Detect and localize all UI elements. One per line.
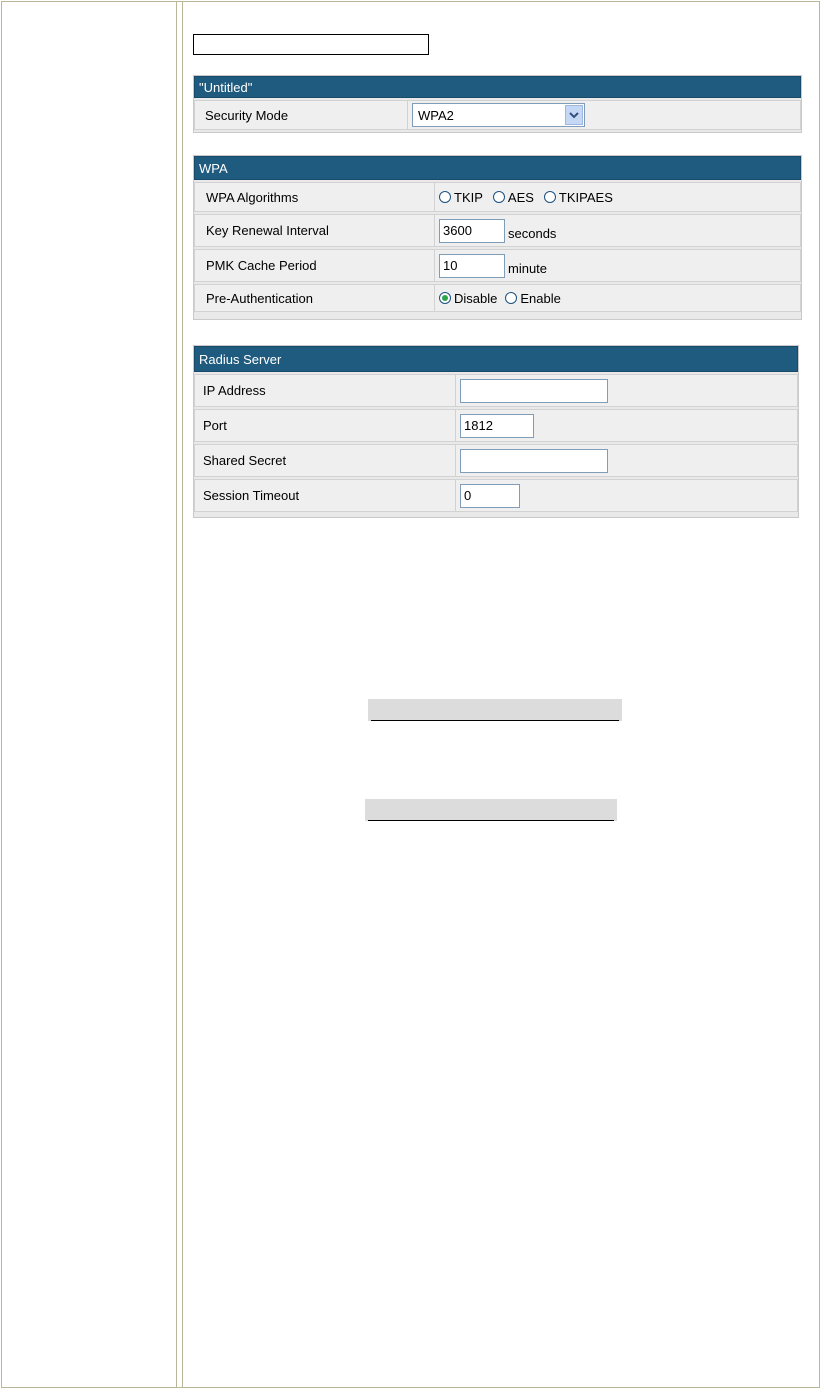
radio-disable-label: Disable — [454, 290, 498, 306]
wpa-section-header: WPA — [194, 156, 801, 180]
radio-selected-icon[interactable] — [439, 292, 451, 304]
shared-secret-cell — [456, 444, 798, 477]
radio-tkip[interactable]: TKIP — [439, 190, 483, 205]
radio-circle-icon[interactable] — [439, 191, 451, 203]
session-timeout-input[interactable]: 0 — [460, 483, 520, 508]
underline — [368, 820, 614, 821]
security-section: "Untitled" Security Mode WPA2 — [193, 75, 802, 133]
blank-bar-1 — [368, 699, 622, 721]
wpa-section: WPA WPA Algorithms TKIP AES TKIPAES Key … — [193, 155, 802, 320]
wpa-algorithms-cell: TKIP AES TKIPAES — [435, 182, 801, 212]
radio-enable[interactable]: Enable — [505, 290, 561, 306]
key-renewal-cell: 3600 seconds — [435, 214, 801, 247]
radio-tkip-label: TKIP — [454, 189, 483, 205]
ip-address-cell — [456, 374, 798, 407]
pmk-cache-input[interactable]: 10 — [439, 253, 505, 278]
security-mode-cell: WPA2 — [408, 100, 801, 130]
blank-title-box — [193, 34, 429, 55]
radius-section-header: Radius Server — [194, 346, 798, 372]
blank-bar-2 — [365, 799, 617, 821]
pmk-cache-row: PMK Cache Period 10 minute — [194, 249, 801, 282]
security-mode-select[interactable]: WPA2 — [412, 103, 585, 127]
underline — [371, 720, 619, 721]
pmk-cache-unit: minute — [508, 261, 548, 276]
port-cell: 1812 — [456, 409, 798, 442]
preauth-row: Pre-Authentication Disable Enable — [194, 284, 801, 312]
chevron-down-icon[interactable] — [565, 105, 583, 125]
port-row: Port 1812 — [194, 409, 798, 442]
key-renewal-unit: seconds — [508, 226, 557, 241]
security-section-header: "Untitled" — [194, 76, 801, 98]
shared-secret-label: Shared Secret — [194, 444, 456, 477]
shared-secret-row: Shared Secret — [194, 444, 798, 477]
security-mode-value: WPA2 — [418, 107, 454, 123]
preauth-cell: Disable Enable — [435, 284, 801, 312]
shared-secret-input[interactable] — [460, 448, 608, 473]
security-mode-label: Security Mode — [194, 100, 408, 130]
security-mode-row: Security Mode WPA2 — [194, 100, 801, 130]
left-column — [2, 2, 177, 1387]
pmk-cache-cell: 10 minute — [435, 249, 801, 282]
radio-disable[interactable]: Disable — [439, 291, 497, 306]
ip-address-row: IP Address — [194, 374, 798, 407]
radio-tkipaes-label: TKIPAES — [558, 189, 613, 205]
radio-enable-label: Enable — [520, 290, 561, 306]
session-timeout-row: Session Timeout 0 — [194, 479, 798, 512]
radio-aes-label: AES — [507, 189, 534, 205]
session-timeout-label: Session Timeout — [194, 479, 456, 512]
radius-section: Radius Server IP Address Port 1812 Share… — [193, 345, 799, 518]
radio-circle-icon[interactable] — [492, 191, 505, 203]
wpa-algorithms-row: WPA Algorithms TKIP AES TKIPAES — [194, 182, 801, 212]
radio-circle-icon[interactable] — [505, 292, 518, 304]
ip-address-label: IP Address — [194, 374, 456, 407]
preauth-label: Pre-Authentication — [194, 284, 435, 312]
wpa-algorithms-label: WPA Algorithms — [194, 182, 435, 212]
radio-aes[interactable]: AES — [492, 189, 534, 205]
radio-circle-icon[interactable] — [543, 191, 556, 203]
session-timeout-cell: 0 — [456, 479, 798, 512]
pmk-cache-label: PMK Cache Period — [194, 249, 435, 282]
port-label: Port — [194, 409, 456, 442]
key-renewal-row: Key Renewal Interval 3600 seconds — [194, 214, 801, 247]
key-renewal-label: Key Renewal Interval — [194, 214, 435, 247]
radio-tkipaes[interactable]: TKIPAES — [543, 189, 613, 205]
key-renewal-input[interactable]: 3600 — [439, 218, 505, 243]
port-input[interactable]: 1812 — [460, 413, 534, 438]
ip-address-input[interactable] — [460, 378, 608, 403]
